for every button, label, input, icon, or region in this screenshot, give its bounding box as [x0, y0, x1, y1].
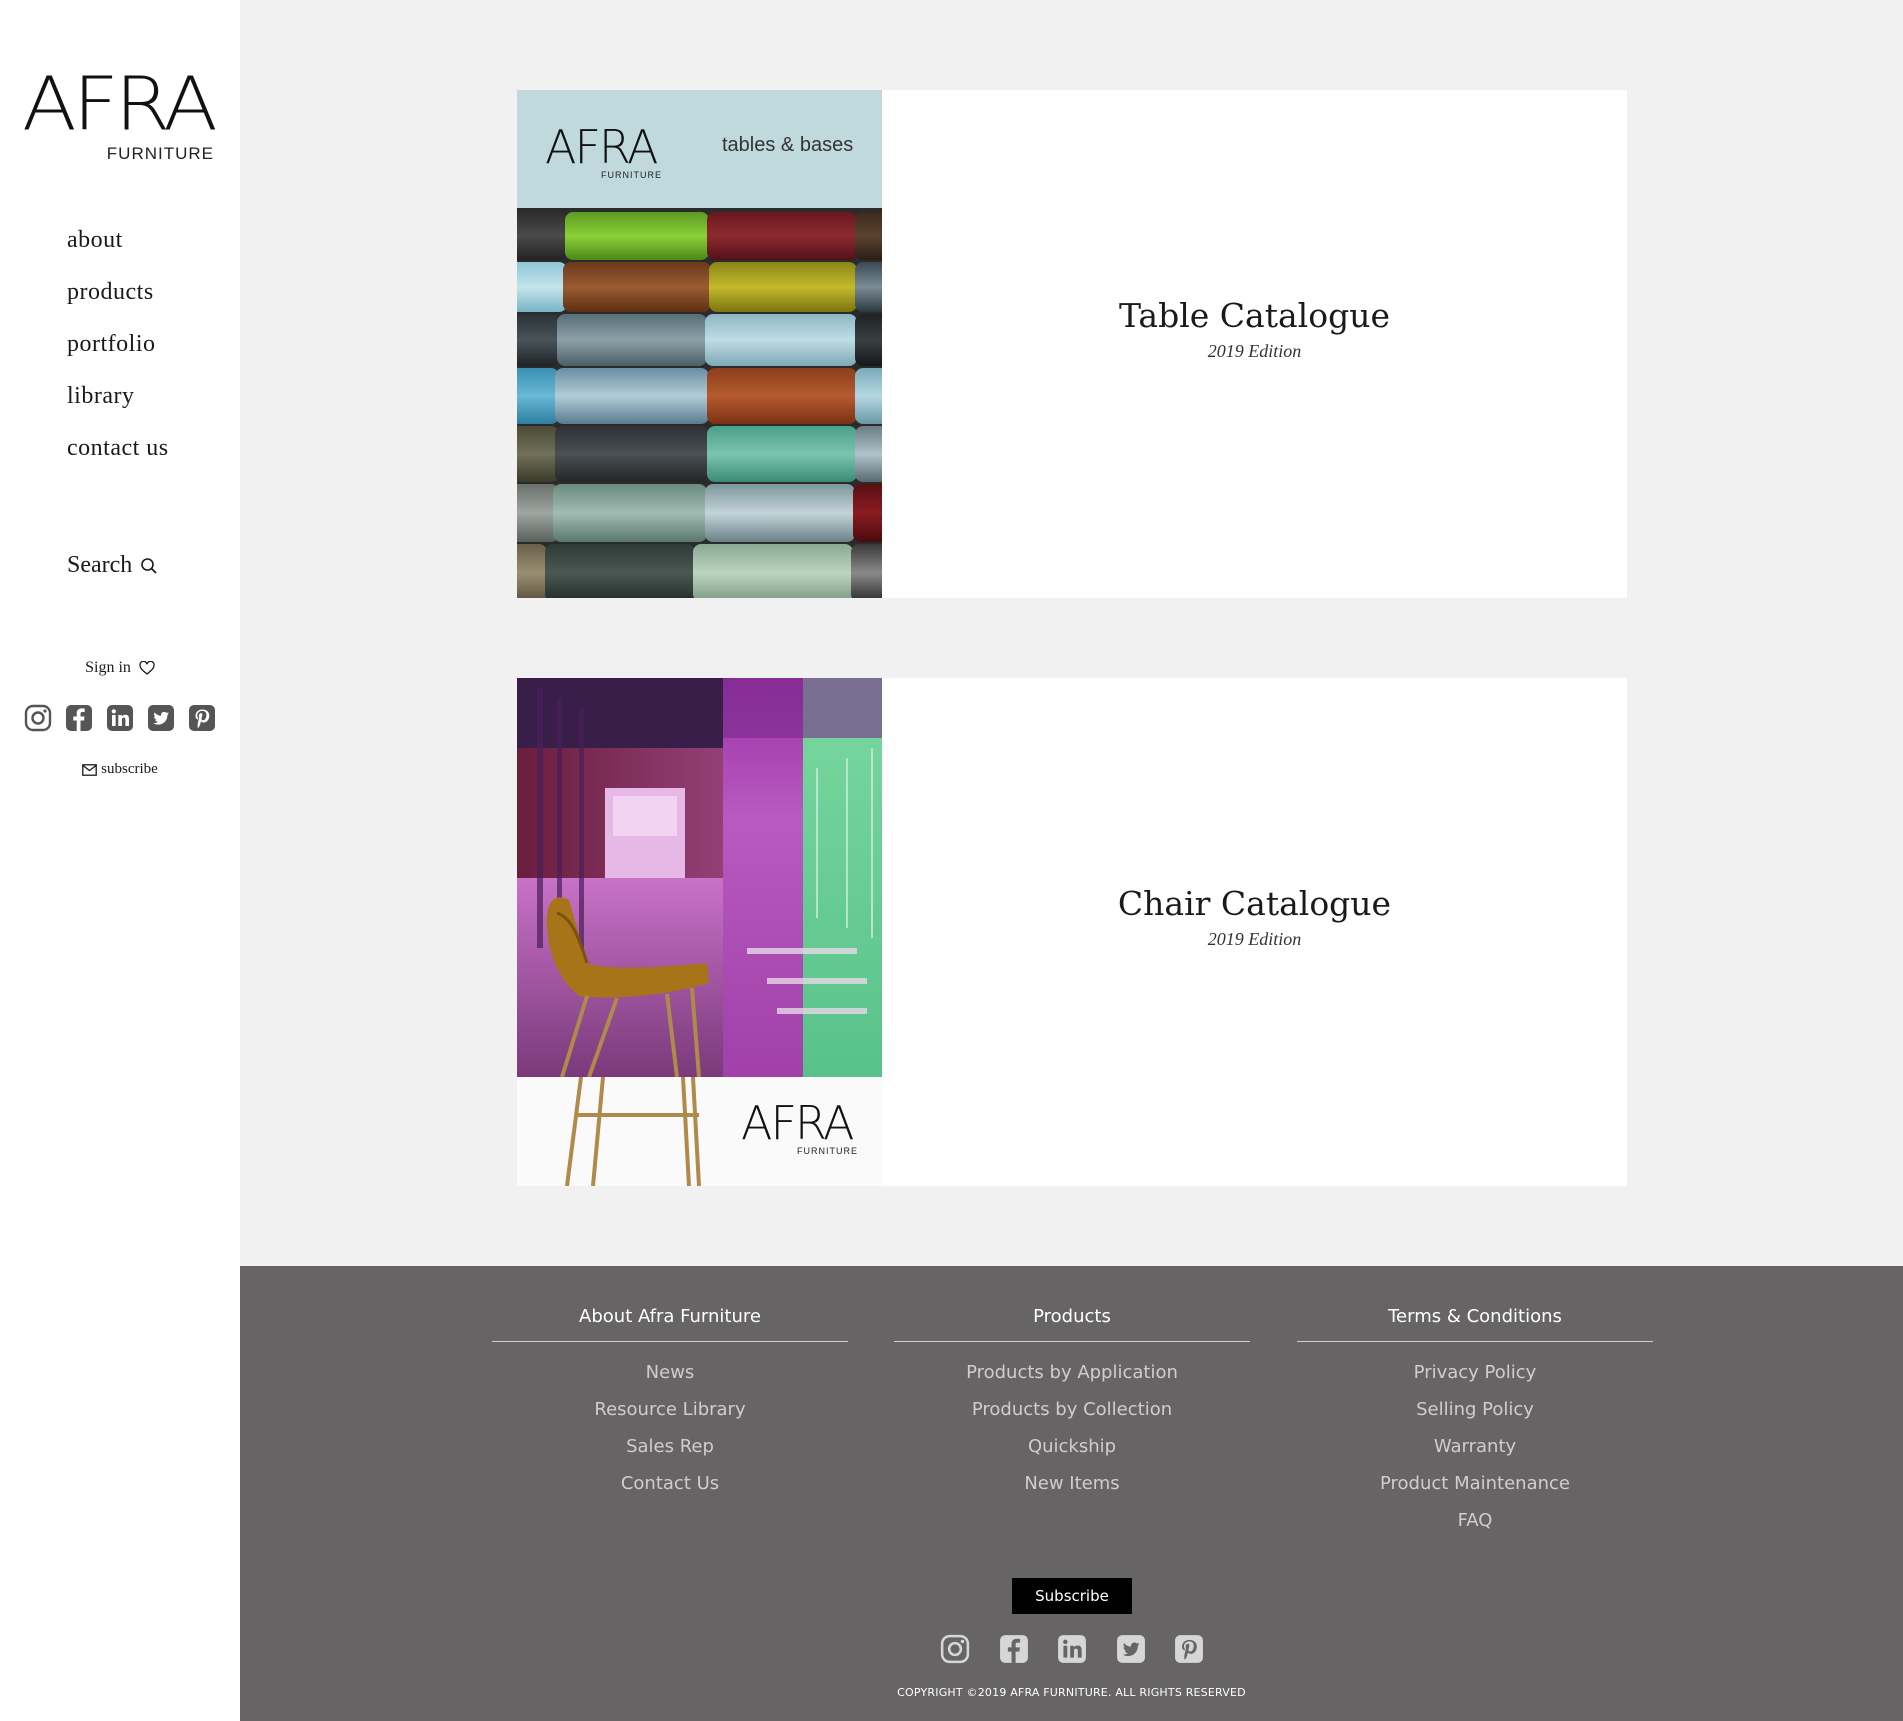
subscribe-link[interactable]: subscribe	[82, 761, 158, 778]
afra-logo[interactable]: AFRA FURNITURE	[22, 68, 218, 166]
footer-heading: Terms & Conditions	[1297, 1306, 1653, 1342]
table-finishes-photo	[517, 208, 882, 598]
nav-contact-us[interactable]: contact us	[67, 430, 169, 482]
sign-in-label: Sign in	[85, 659, 131, 676]
chair-catalogue-card[interactable]: AFRA FURNITURE Chair Catalogue 2019 Edit…	[517, 678, 1627, 1186]
envelope-icon	[82, 763, 98, 776]
footer-link-product-maintenance[interactable]: Product Maintenance	[1297, 1465, 1653, 1502]
search-button[interactable]: Search	[67, 552, 158, 579]
cover-brand: AFRA	[741, 1096, 854, 1150]
sign-in-link[interactable]: Sign in	[85, 659, 155, 677]
footer-link-products-by-collection[interactable]: Products by Collection	[894, 1391, 1250, 1428]
catalogue-edition: 2019 Edition	[1207, 341, 1302, 361]
catalogue-title[interactable]: Chair Catalogue	[1118, 884, 1391, 923]
table-catalogue-card[interactable]: AFRA FURNITURE tables & bases Table Cata…	[517, 90, 1627, 598]
linkedin-icon[interactable]	[106, 704, 134, 732]
footer-link-quickship[interactable]: Quickship	[894, 1428, 1250, 1465]
cover-tagline: tables & bases	[722, 134, 854, 156]
footer-link-resource-library[interactable]: Resource Library	[492, 1391, 848, 1428]
pinterest-icon[interactable]	[188, 704, 216, 732]
cover-header: AFRA FURNITURE tables & bases	[517, 90, 882, 208]
chair-catalogue-caption: Chair Catalogue 2019 Edition	[882, 678, 1627, 1186]
catalogue-edition: 2019 Edition	[1207, 929, 1302, 949]
search-label: Search	[67, 552, 133, 578]
cover-brand-sub: FURNITURE	[797, 1146, 858, 1156]
logo-subtitle: FURNITURE	[106, 144, 214, 163]
table-catalogue-caption: Table Catalogue 2019 Edition	[882, 90, 1627, 598]
search-icon	[141, 557, 157, 574]
footer-link-selling-policy[interactable]: Selling Policy	[1297, 1391, 1653, 1428]
instagram-icon[interactable]	[24, 704, 52, 732]
footer-link-news[interactable]: News	[492, 1354, 848, 1391]
footer-link-faq[interactable]: FAQ	[1297, 1502, 1653, 1539]
footer-link-warranty[interactable]: Warranty	[1297, 1428, 1653, 1465]
footer-heading: Products	[894, 1306, 1250, 1342]
footer-link-products-by-application[interactable]: Products by Application	[894, 1354, 1250, 1391]
footer-link-sales-rep[interactable]: Sales Rep	[492, 1428, 848, 1465]
twitter-icon[interactable]	[147, 704, 175, 732]
nav-portfolio[interactable]: portfolio	[67, 326, 169, 378]
footer-heading: About Afra Furniture	[492, 1306, 848, 1342]
linkedin-icon[interactable]	[1057, 1634, 1087, 1664]
heart-icon	[139, 661, 155, 675]
sidebar-social-links	[24, 704, 216, 732]
nav-about[interactable]: about	[67, 222, 169, 274]
pinterest-icon[interactable]	[1174, 1634, 1204, 1664]
site-footer: About Afra Furniture News Resource Libra…	[240, 1266, 1903, 1721]
copyright-text: COPYRIGHT ©2019 AFRA FURNITURE. ALL RIGH…	[897, 1686, 1246, 1699]
instagram-icon[interactable]	[940, 1634, 970, 1664]
footer-link-contact-us[interactable]: Contact Us	[492, 1465, 848, 1502]
nav-library[interactable]: library	[67, 378, 169, 430]
chair-catalogue-cover[interactable]: AFRA FURNITURE	[517, 678, 882, 1186]
cover-brand: AFRA	[545, 120, 658, 174]
chair-interior-photo	[517, 678, 882, 1077]
footer-social-links	[940, 1634, 1204, 1664]
logo-wordmark: AFRA	[22, 61, 218, 148]
main-nav: about products portfolio library contact…	[67, 222, 169, 482]
footer-link-new-items[interactable]: New Items	[894, 1465, 1250, 1502]
catalogue-title[interactable]: Table Catalogue	[1119, 296, 1390, 335]
facebook-icon[interactable]	[65, 704, 93, 732]
footer-column-terms: Terms & Conditions Privacy Policy Sellin…	[1297, 1306, 1653, 1539]
facebook-icon[interactable]	[999, 1634, 1029, 1664]
cover-brand-sub: FURNITURE	[601, 170, 662, 180]
footer-subscribe-button[interactable]: Subscribe	[1012, 1578, 1132, 1614]
nav-products[interactable]: products	[67, 274, 169, 326]
twitter-icon[interactable]	[1116, 1634, 1146, 1664]
footer-column-about: About Afra Furniture News Resource Libra…	[492, 1306, 848, 1502]
footer-column-products: Products Products by Application Product…	[894, 1306, 1250, 1502]
subscribe-label: subscribe	[101, 761, 158, 777]
table-catalogue-cover[interactable]: AFRA FURNITURE tables & bases	[517, 90, 882, 598]
footer-link-privacy-policy[interactable]: Privacy Policy	[1297, 1354, 1653, 1391]
sidebar: AFRA FURNITURE about products portfolio …	[0, 0, 240, 1721]
